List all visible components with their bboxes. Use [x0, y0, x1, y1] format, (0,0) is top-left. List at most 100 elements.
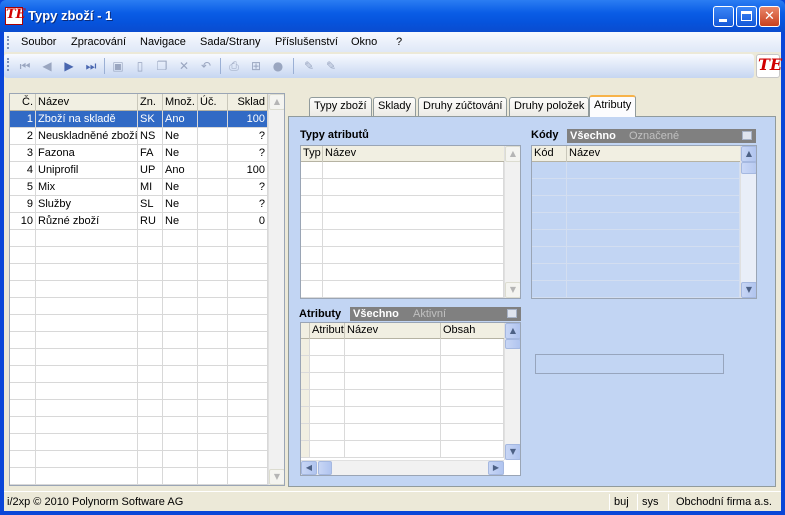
menu-navigace[interactable]: Navigace: [140, 36, 186, 48]
col-nazev[interactable]: Název: [345, 323, 441, 339]
table-row[interactable]: [301, 339, 504, 356]
prev-record-icon[interactable]: ◀: [39, 58, 55, 74]
table-row[interactable]: [10, 366, 268, 383]
edit-icon[interactable]: ✎: [301, 58, 317, 74]
tab-sklady[interactable]: Sklady: [373, 97, 417, 116]
table-row[interactable]: [10, 264, 268, 281]
scroll-up-icon[interactable]: ▲: [505, 323, 520, 339]
table-row[interactable]: [10, 400, 268, 417]
table-row[interactable]: [301, 390, 504, 407]
col-zn[interactable]: Zn.: [138, 94, 163, 111]
table-row[interactable]: [301, 373, 504, 390]
menu-grip-icon[interactable]: [7, 36, 10, 49]
scroll-thumb[interactable]: [741, 162, 756, 174]
col-obsah[interactable]: Obsah: [441, 323, 504, 339]
scroll-down-icon[interactable]: ▼: [505, 444, 520, 460]
table-row[interactable]: [301, 247, 504, 264]
menu-soubor[interactable]: Soubor: [21, 36, 56, 48]
filter-all[interactable]: Všechno: [570, 129, 616, 143]
next-record-icon[interactable]: ▶: [61, 58, 77, 74]
brand-logo-icon[interactable]: TE: [756, 54, 782, 78]
table-row[interactable]: [301, 213, 504, 230]
menu-sada-strany[interactable]: Sada/Strany: [200, 36, 261, 48]
attributes-hscrollbar[interactable]: ◀ ▶: [301, 460, 504, 475]
table-row[interactable]: 4 Uniprofil UP Ano 100: [10, 162, 268, 179]
table-row[interactable]: [10, 298, 268, 315]
attributes-vscrollbar[interactable]: ▲ ▼: [504, 323, 520, 460]
scroll-down-icon[interactable]: ▼: [505, 282, 520, 298]
table-row[interactable]: [301, 179, 504, 196]
close-button[interactable]: ✕: [759, 6, 780, 27]
table-row[interactable]: [301, 230, 504, 247]
attr-types-scrollbar[interactable]: ▲ ▼: [504, 146, 520, 298]
filter-active[interactable]: Aktivní: [413, 307, 446, 321]
hscroll-thumb[interactable]: [318, 461, 332, 475]
filter-picker-icon[interactable]: [742, 131, 752, 140]
copy-icon[interactable]: ❐: [154, 58, 170, 74]
table-row[interactable]: [532, 213, 740, 230]
table-row[interactable]: 2 Neuskladněné zboží NS Ne?: [10, 128, 268, 145]
table-row[interactable]: [301, 441, 504, 458]
table-row[interactable]: 1 Zboží na skladě SK Ano 100: [10, 111, 268, 128]
filter-picker-icon[interactable]: [507, 309, 517, 318]
delete-icon[interactable]: ✕: [176, 58, 192, 74]
table-row[interactable]: 5 Mix MI Ne?: [10, 179, 268, 196]
menu-okno[interactable]: Okno: [351, 36, 377, 48]
scroll-thumb[interactable]: [505, 339, 520, 349]
tab-druhy-zuctovani[interactable]: Druhy zúčtování: [418, 97, 508, 116]
scroll-left-icon[interactable]: ◀: [301, 461, 317, 475]
table-row[interactable]: [532, 196, 740, 213]
table-row[interactable]: [10, 383, 268, 400]
table-row[interactable]: [532, 230, 740, 247]
filter-marked[interactable]: Označené: [629, 129, 679, 143]
table-row[interactable]: 10 Různé zboží RU Ne 0: [10, 213, 268, 230]
attributes-grid[interactable]: Atribut Název Obsah ▲ ▼ ◀ ▶: [300, 322, 521, 476]
table-row[interactable]: [301, 162, 504, 179]
table-row[interactable]: [532, 264, 740, 281]
col-uc[interactable]: Úč.: [198, 94, 228, 111]
item-types-grid[interactable]: Č. Název Zn. Množ. Úč. Sklad 1 Zboží na s…: [9, 93, 285, 486]
table-row[interactable]: [301, 281, 504, 298]
scroll-down-icon[interactable]: ▼: [269, 469, 284, 485]
attribute-value-field[interactable]: [535, 354, 724, 374]
scroll-up-icon[interactable]: ▲: [741, 146, 756, 162]
tab-druhy-polozek[interactable]: Druhy položek: [509, 97, 590, 116]
tab-typy-zbozi[interactable]: Typy zboží: [309, 97, 372, 116]
table-row[interactable]: [10, 468, 268, 485]
scroll-up-icon[interactable]: ▲: [505, 146, 520, 162]
item-grid-scrollbar[interactable]: ▲ ▼: [268, 94, 284, 485]
table-row[interactable]: [532, 162, 740, 179]
col-nazev[interactable]: Název: [567, 146, 740, 162]
new-icon[interactable]: ▯: [132, 58, 148, 74]
table-row[interactable]: [10, 247, 268, 264]
col-typ[interactable]: Typ: [301, 146, 323, 162]
col-atribut[interactable]: Atribut: [310, 323, 345, 339]
scroll-up-icon[interactable]: ▲: [269, 94, 284, 110]
codes-grid[interactable]: Kód Název ▲ ▼: [531, 145, 757, 299]
filter-all[interactable]: Všechno: [353, 307, 399, 321]
menu-prislusenstvi[interactable]: Příslušenství: [275, 36, 338, 48]
app-logo-icon[interactable]: TE: [5, 7, 26, 25]
col-sklad[interactable]: Sklad: [228, 94, 268, 111]
table-row[interactable]: [10, 417, 268, 434]
minimize-button[interactable]: [713, 6, 734, 27]
tree-icon[interactable]: ⊞: [248, 58, 264, 74]
print-icon[interactable]: ⎙: [226, 58, 242, 74]
toolbar-grip-icon[interactable]: [7, 58, 10, 71]
menu-zpracovani[interactable]: Zpracování: [71, 36, 126, 48]
table-row[interactable]: [10, 332, 268, 349]
col-nazev[interactable]: Název: [36, 94, 138, 111]
undo-icon[interactable]: ↶: [198, 58, 214, 74]
codes-scrollbar[interactable]: ▲ ▼: [740, 146, 756, 298]
attr-types-grid[interactable]: Typ Název ▲ ▼: [300, 145, 521, 299]
table-row[interactable]: [301, 196, 504, 213]
refresh-icon[interactable]: ●: [270, 58, 286, 74]
col-mnoz[interactable]: Množ.: [163, 94, 198, 111]
table-row[interactable]: [301, 356, 504, 373]
table-row[interactable]: [532, 281, 740, 298]
table-row[interactable]: 3 Fazona FA Ne?: [10, 145, 268, 162]
last-record-icon[interactable]: ⏭: [83, 58, 99, 74]
table-row[interactable]: [532, 247, 740, 264]
title-bar[interactable]: TE Typy zboží - 1 ✕: [0, 0, 785, 32]
first-record-icon[interactable]: ⏮: [17, 58, 33, 74]
